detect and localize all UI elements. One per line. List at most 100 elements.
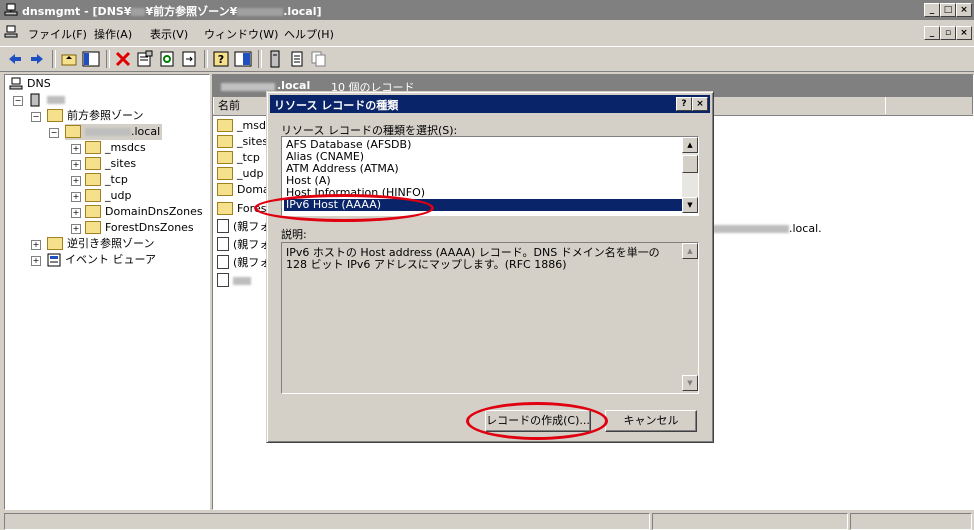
collapse-icon[interactable]: − xyxy=(13,96,23,106)
description-label: 説明: xyxy=(281,228,307,241)
dialog-title-bar[interactable]: リソース レコードの種類 ? × xyxy=(270,95,710,113)
expand-icon[interactable]: + xyxy=(31,256,41,266)
refresh-icon[interactable] xyxy=(158,50,176,68)
tree-label: DomainDnsZones xyxy=(105,205,203,218)
folder-icon xyxy=(85,220,101,234)
mmc-doc-icon[interactable] xyxy=(4,25,18,39)
collapse-icon[interactable]: − xyxy=(49,128,59,138)
expand-icon[interactable]: + xyxy=(71,192,81,202)
copy-record-icon[interactable] xyxy=(310,50,328,68)
tree-node-domaindnszones[interactable]: DomainDnsZones xyxy=(85,204,203,220)
expand-icon[interactable]: + xyxy=(31,240,41,250)
scroll-up-arrow-icon[interactable]: ▲ xyxy=(682,137,698,153)
tree-node-udp[interactable]: _udp xyxy=(85,188,131,204)
tree-label: 前方参照ゾーン xyxy=(67,109,144,122)
scroll-down-arrow-icon[interactable]: ▼ xyxy=(682,197,698,213)
dns-app-icon xyxy=(4,3,18,16)
close-button[interactable]: × xyxy=(956,3,972,17)
menu-bar: ファイル(F) 操作(A) 表示(V) ウィンドウ(W) ヘルプ(H) _ ▫ … xyxy=(0,22,974,42)
scroll-down-arrow-icon[interactable]: ▼ xyxy=(682,375,698,391)
menu-window[interactable]: ウィンドウ(W) xyxy=(204,26,278,42)
list-item[interactable] xyxy=(217,273,251,289)
folder-icon xyxy=(217,182,233,196)
list-item[interactable]: (親フォ xyxy=(217,219,270,235)
folder-icon xyxy=(217,166,233,180)
dns-icon xyxy=(9,77,23,90)
minimize-button[interactable]: _ xyxy=(924,3,940,17)
expand-icon[interactable]: + xyxy=(71,144,81,154)
scroll-thumb[interactable] xyxy=(682,155,698,173)
delete-icon[interactable] xyxy=(114,50,132,68)
list-item[interactable]: (親フォ xyxy=(217,255,270,271)
listbox-scrollbar[interactable]: ▲ ▼ xyxy=(682,137,698,213)
tree-node-zone-local[interactable]: .local xyxy=(65,124,163,140)
tree-pane[interactable]: DNS − − 前方参照ゾーン − .local + _msdcs + _sit… xyxy=(4,74,210,510)
server-icon[interactable] xyxy=(266,50,284,68)
record-data: .local. xyxy=(713,221,822,237)
up-folder-icon[interactable] xyxy=(60,50,78,68)
tree-label: イベント ビューア xyxy=(65,253,157,266)
expand-icon[interactable]: + xyxy=(71,224,81,234)
tree-node-sites[interactable]: _sites xyxy=(85,156,136,172)
scroll-up-arrow-icon[interactable]: ▲ xyxy=(682,243,698,259)
tree-label: _msdcs xyxy=(105,141,146,154)
list-item-label: _sites xyxy=(237,135,269,148)
list-item[interactable]: _udp xyxy=(217,166,263,182)
expand-icon[interactable]: + xyxy=(71,176,81,186)
tree-label: ForestDnsZones xyxy=(105,221,194,234)
record-type-option[interactable]: ATM Address (ATMA) xyxy=(284,163,682,175)
list-item[interactable]: Doma xyxy=(217,182,270,198)
tree-node-event-viewer[interactable]: イベント ビューア xyxy=(47,252,156,268)
svg-text:?: ? xyxy=(218,53,224,66)
tree-node-server[interactable] xyxy=(29,92,65,108)
collapse-icon[interactable]: − xyxy=(31,112,41,122)
folder-icon xyxy=(85,140,101,154)
tree-node-forestdnszones[interactable]: ForestDnsZones xyxy=(85,220,194,236)
menu-view[interactable]: 表示(V) xyxy=(150,26,188,42)
status-panel-2 xyxy=(652,513,848,530)
list-item-label: (親フォ xyxy=(233,220,271,233)
list-item[interactable]: (親フォ xyxy=(217,237,270,253)
main-title-bar[interactable]: dnsmgmt - [DNS¥ ¥前方参照ゾーン¥ .local] _ □ × xyxy=(0,0,974,20)
column-name[interactable]: 名前 xyxy=(213,97,269,114)
tree-node-tcp[interactable]: _tcp xyxy=(85,172,128,188)
help-icon[interactable]: ? xyxy=(212,50,230,68)
list-item[interactable]: _sites xyxy=(217,134,268,150)
show-hide-tree-icon[interactable] xyxy=(82,50,100,68)
back-arrow-icon[interactable] xyxy=(6,50,24,68)
folder-icon xyxy=(47,236,63,250)
menu-action[interactable]: 操作(A) xyxy=(94,26,132,42)
record-doc-icon xyxy=(217,219,229,233)
list-item[interactable]: _msdc xyxy=(217,118,272,134)
menu-help[interactable]: ヘルプ(H) xyxy=(284,26,334,42)
record-icon[interactable] xyxy=(288,50,306,68)
dialog-close-button[interactable]: × xyxy=(692,97,708,111)
tree-node-dns[interactable]: DNS xyxy=(9,76,51,92)
tree-node-msdcs[interactable]: _msdcs xyxy=(85,140,146,156)
description-scrollbar[interactable]: ▲ ▼ xyxy=(682,243,698,391)
dialog-help-button[interactable]: ? xyxy=(676,97,692,111)
resource-record-type-dialog[interactable]: リソース レコードの種類 ? × リソース レコードの種類を選択(S): AFS… xyxy=(266,91,714,443)
maximize-button[interactable]: □ xyxy=(940,3,956,17)
toolbar-separator xyxy=(258,50,262,68)
expand-icon[interactable]: + xyxy=(71,208,81,218)
cancel-button[interactable]: キャンセル xyxy=(605,410,697,432)
tree-label: _sites xyxy=(105,157,137,170)
tree-node-forward-zones[interactable]: 前方参照ゾーン xyxy=(47,108,143,124)
console-icon[interactable] xyxy=(234,50,252,68)
mdi-close-button[interactable]: × xyxy=(956,26,972,40)
expand-icon[interactable]: + xyxy=(71,160,81,170)
mdi-restore-button[interactable]: ▫ xyxy=(940,26,956,40)
properties-icon[interactable] xyxy=(136,50,154,68)
list-item[interactable]: _tcp xyxy=(217,150,260,166)
export-list-icon[interactable] xyxy=(180,50,198,68)
list-item-label: _udp xyxy=(237,167,264,180)
tree-node-reverse-zones[interactable]: 逆引き参照ゾーン xyxy=(47,236,154,252)
mdi-minimize-button[interactable]: _ xyxy=(924,26,940,40)
folder-icon xyxy=(85,204,101,218)
menu-file[interactable]: ファイル(F) xyxy=(28,26,87,42)
column-extra[interactable] xyxy=(885,97,973,114)
forward-arrow-icon[interactable] xyxy=(28,50,46,68)
folder-icon xyxy=(85,188,101,202)
tree-label: 逆引き参照ゾーン xyxy=(67,237,155,250)
